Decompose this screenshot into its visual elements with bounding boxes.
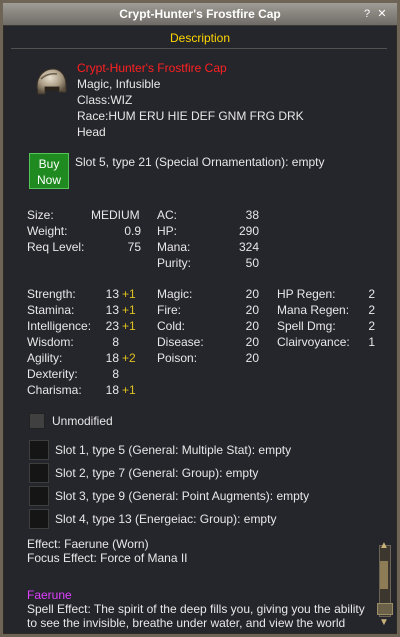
attr-value: 8 (112, 335, 119, 349)
attr-label: Dexterity: (27, 367, 78, 381)
aug-slot-1[interactable] (29, 440, 49, 460)
attr-label: Intelligence: (27, 319, 92, 333)
attr-bonus: +1 (122, 319, 136, 333)
aug-slot-text: Slot 1, type 5 (General: Multiple Stat):… (55, 443, 292, 457)
purity-label: Purity: (157, 256, 192, 270)
size-label: Size: (27, 208, 54, 222)
resist-value: 20 (245, 319, 259, 333)
aug-slot-text: Slot 4, type 13 (Energeiac: Group): empt… (55, 512, 277, 526)
attr-bonus: +2 (122, 351, 136, 365)
helmet-icon[interactable] (33, 67, 69, 99)
mod-value: 2 (368, 303, 375, 317)
ornament-slot: Slot 5, type 21 (Special Ornamentation):… (75, 155, 325, 169)
weight-value: 0.9 (124, 224, 141, 238)
attr-label: Agility: (27, 351, 63, 365)
ac-value: 38 (245, 208, 259, 222)
item-race-line: Race:HUM ERU HIE DEF GNM FRG DRK (77, 109, 304, 123)
spell-effect-line-1: Spell Effect: The spirit of the deep fil… (27, 602, 365, 616)
purity-value: 50 (245, 256, 259, 270)
mana-value: 324 (238, 240, 259, 254)
mana-label: Mana: (157, 240, 191, 254)
unmodified-label: Unmodified (52, 414, 113, 428)
attr-bonus: +1 (122, 383, 136, 397)
mod-label: Clairvoyance: (277, 335, 350, 349)
aug-slot-text: Slot 2, type 7 (General: Group): empty (55, 466, 259, 480)
now-label: Now (36, 173, 61, 187)
aug-slot-2[interactable] (29, 463, 49, 483)
resist-label: Disease: (157, 335, 204, 349)
close-button[interactable]: ✕ (375, 7, 389, 21)
req-level-label: Req Level: (27, 240, 85, 254)
attr-bonus: +1 (122, 287, 136, 301)
scrollbar-thumb[interactable] (380, 561, 388, 589)
focus-effect: Focus Effect: Force of Mana II (27, 551, 188, 565)
scroll-up-icon[interactable]: ▲ (377, 540, 391, 552)
item-name: Crypt-Hunter's Frostfire Cap (77, 61, 227, 75)
mod-value: 2 (368, 319, 375, 333)
window-title: Crypt-Hunter's Frostfire Cap (119, 7, 281, 21)
attr-value: 13 (105, 303, 119, 317)
worn-effect: Effect: Faerune (Worn) (27, 537, 149, 551)
scroll-down-icon[interactable]: ▼ (377, 617, 391, 629)
help-button[interactable]: ? (360, 7, 374, 21)
resist-label: Cold: (157, 319, 186, 333)
resist-value: 20 (245, 287, 259, 301)
weight-label: Weight: (27, 224, 68, 238)
aug-slot-3[interactable] (29, 486, 49, 506)
attr-label: Charisma: (27, 383, 82, 397)
ac-label: AC: (157, 208, 178, 222)
description-header: Description (169, 31, 231, 45)
size-value: MEDIUM (91, 208, 140, 222)
item-display-window: Crypt-Hunter's Frostfire Cap ? ✕ Descrip… (0, 0, 400, 637)
resist-label: Fire: (157, 303, 181, 317)
title-bar[interactable]: Crypt-Hunter's Frostfire Cap ? ✕ (3, 3, 397, 26)
hp-label: HP: (157, 224, 178, 238)
attr-label: Strength: (27, 287, 76, 301)
unmodified-checkbox[interactable] (29, 413, 45, 429)
mod-label: Spell Dmg: (277, 319, 336, 333)
resist-label: Poison: (157, 351, 198, 365)
aug-slot-4[interactable] (29, 509, 49, 529)
mod-label: Mana Regen: (277, 303, 350, 317)
mod-value: 1 (368, 335, 375, 349)
item-magic-line: Magic, Infusible (77, 77, 161, 91)
attr-value: 18 (105, 383, 119, 397)
attr-value: 23 (105, 319, 119, 333)
attr-value: 18 (105, 351, 119, 365)
item-class-line: Class:WIZ (77, 93, 133, 107)
resist-value: 20 (245, 351, 259, 365)
buy-label: Buy (38, 157, 60, 171)
spell-effect-line-2: to see the invisible, breathe under wate… (27, 616, 346, 630)
mod-label: HP Regen: (277, 287, 336, 301)
buy-now-button[interactable]: Buy Now (29, 153, 69, 189)
mod-value: 2 (368, 287, 375, 301)
attr-value: 13 (105, 287, 119, 301)
hp-value: 290 (238, 224, 259, 238)
resist-label: Magic: (157, 287, 193, 301)
attr-bonus: +1 (122, 303, 136, 317)
attr-value: 8 (112, 367, 119, 381)
divider (11, 48, 387, 49)
resist-value: 20 (245, 335, 259, 349)
attr-label: Wisdom: (27, 335, 74, 349)
scroll-knob[interactable] (377, 603, 393, 615)
spell-name: Faerune (27, 588, 72, 602)
item-slot-line: Head (77, 125, 106, 139)
attr-label: Stamina: (27, 303, 75, 317)
req-level-value: 75 (127, 240, 141, 254)
aug-slot-text: Slot 3, type 9 (General: Point Augments)… (55, 489, 310, 503)
resist-value: 20 (245, 303, 259, 317)
